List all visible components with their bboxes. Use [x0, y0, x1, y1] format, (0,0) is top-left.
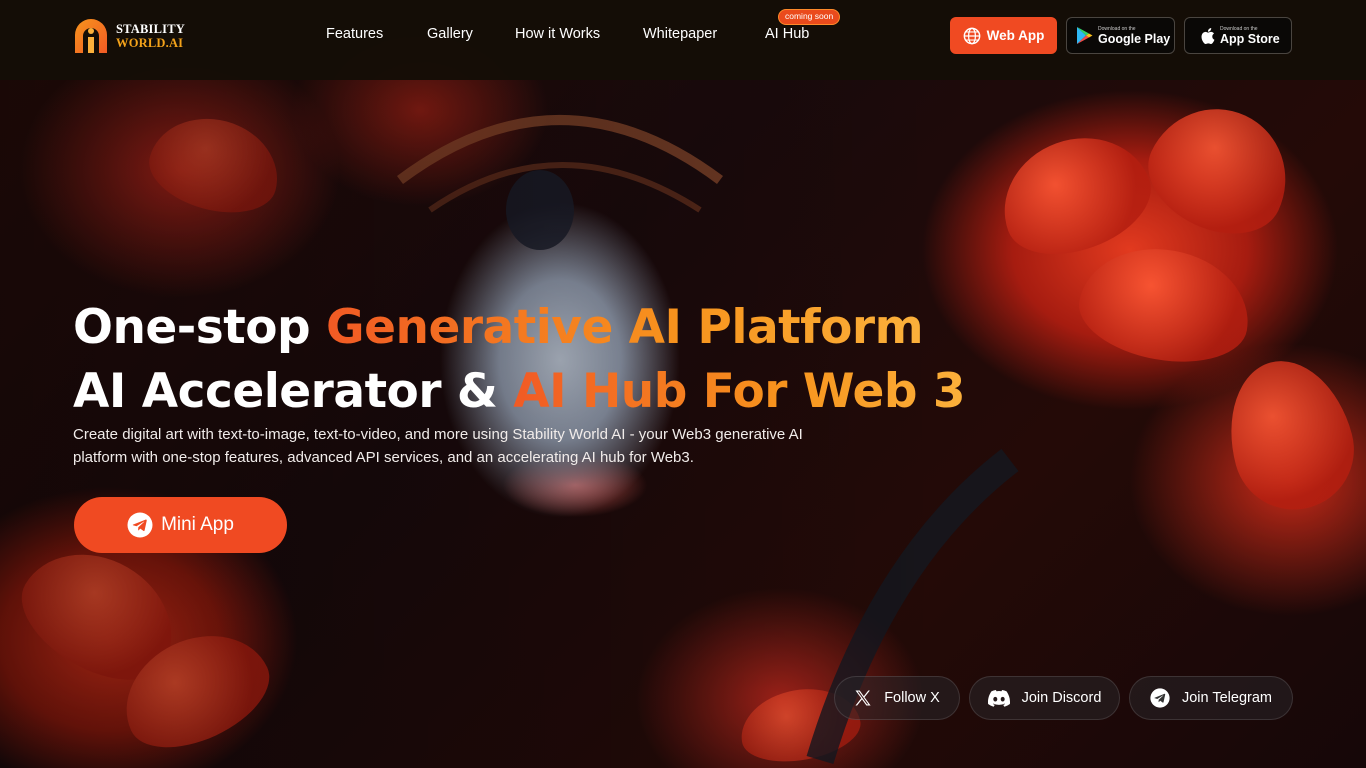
google-play-button[interactable]: Download on the Google Play: [1066, 17, 1175, 54]
app-store-button[interactable]: Download on the App Store: [1184, 17, 1292, 54]
app-store-label: App Store: [1220, 31, 1280, 46]
brand-line2: WORLD.AI: [116, 36, 184, 50]
headline-line-2: AI Accelerator & AI Hub For Web 3: [73, 360, 966, 424]
join-telegram-button[interactable]: Join Telegram: [1129, 676, 1293, 720]
x-icon: [854, 689, 872, 707]
apple-icon: [1201, 27, 1215, 44]
headline-line2-accent: AI Hub For Web 3: [513, 364, 966, 419]
nav-item-ai-hub[interactable]: AI Hub: [765, 26, 809, 42]
hero-description: Create digital art with text-to-image, t…: [73, 426, 803, 466]
follow-x-button[interactable]: Follow X: [834, 676, 960, 720]
nav-item-gallery[interactable]: Gallery: [427, 26, 473, 42]
google-play-label: Google Play: [1098, 31, 1171, 46]
web-app-button[interactable]: Web App: [950, 17, 1057, 54]
join-discord-label: Join Discord: [1021, 690, 1102, 706]
nav-item-features[interactable]: Features: [326, 26, 383, 42]
nav-item-how-it-works[interactable]: How it Works: [515, 26, 600, 42]
coming-soon-badge: coming soon: [778, 9, 841, 25]
headline-line2-white: AI Accelerator &: [73, 364, 514, 419]
brand-line1: STABILITY: [116, 22, 185, 36]
google-play-icon: [1077, 27, 1093, 44]
join-telegram-label: Join Telegram: [1181, 690, 1272, 706]
logo-icon: [72, 17, 110, 55]
headline-line1-white: One-stop: [73, 300, 327, 355]
hero-headline: One-stop Generative AI Platform AI Accel…: [73, 296, 966, 424]
brand-wordmark: STABILITY WORLD.AI: [116, 22, 185, 50]
headline-line1-accent: Generative AI Platform: [326, 300, 924, 355]
telegram-icon: [127, 512, 153, 538]
follow-x-label: Follow X: [884, 690, 940, 706]
discord-icon: [987, 689, 1010, 707]
headline-line-1: One-stop Generative AI Platform: [73, 296, 965, 360]
globe-icon: [963, 27, 980, 44]
mini-app-label: Mini App: [161, 514, 234, 535]
brand-logo[interactable]: STABILITY WORLD.AI: [72, 16, 192, 56]
top-navigation-bar: STABILITY WORLD.AI Features Gallery How …: [0, 0, 1366, 80]
telegram-icon: [1150, 688, 1170, 708]
mini-app-button[interactable]: Mini App: [74, 497, 287, 553]
nav-item-whitepaper[interactable]: Whitepaper: [643, 26, 717, 42]
join-discord-button[interactable]: Join Discord: [969, 676, 1120, 720]
web-app-label: Web App: [986, 28, 1045, 43]
